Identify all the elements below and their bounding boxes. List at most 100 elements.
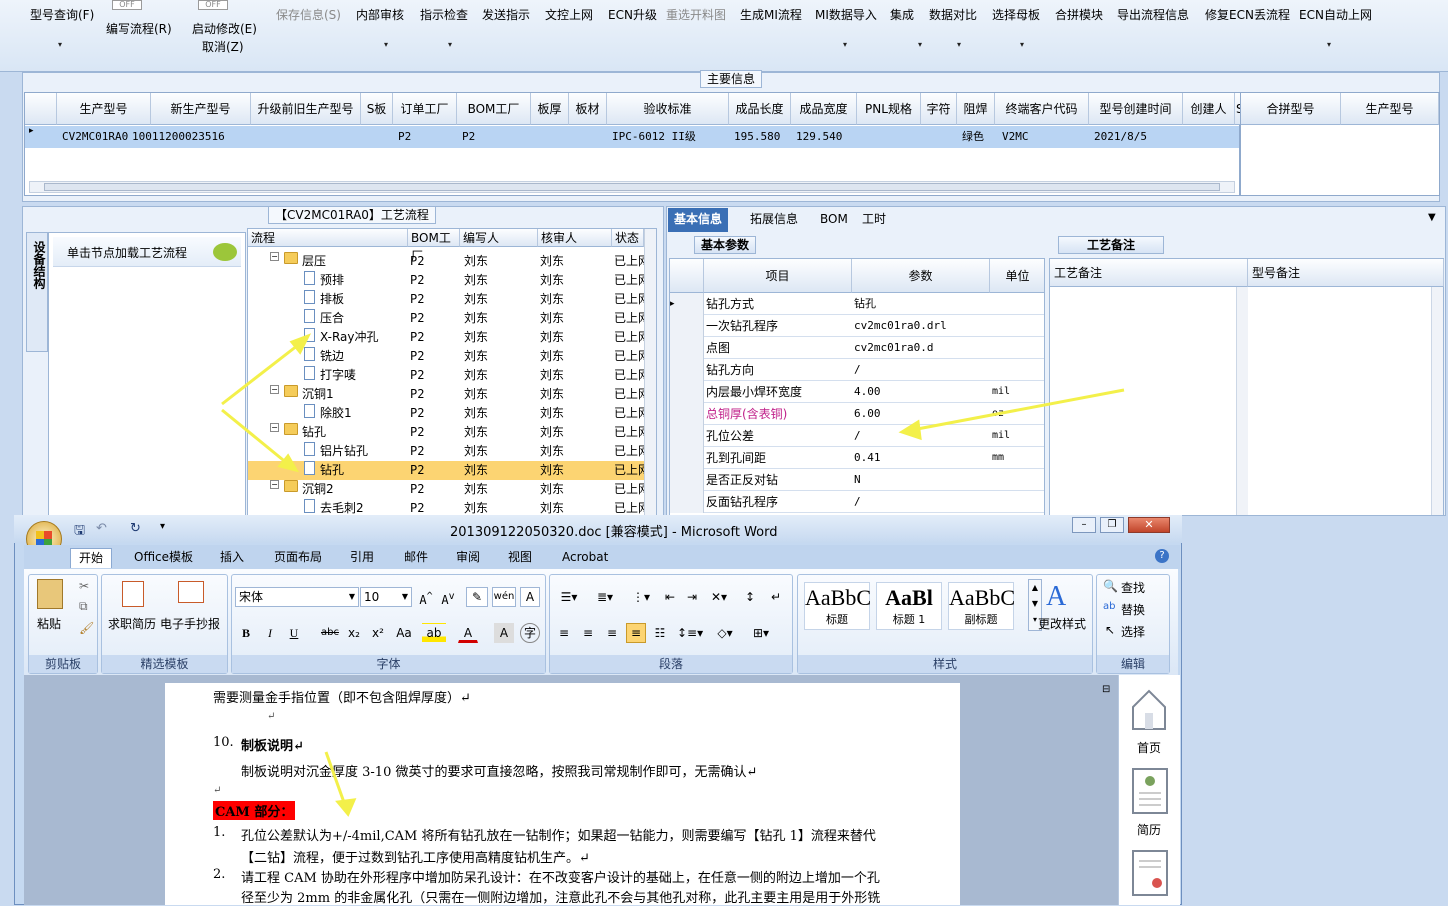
align-center-icon[interactable]: ≡ (578, 623, 598, 643)
toolbar-button[interactable]: 保存信息(S) (276, 6, 341, 23)
ribbon-tab[interactable]: 邮件 (396, 548, 436, 568)
redo-icon[interactable]: ↻ (130, 521, 141, 536)
dropdown-arrow-icon[interactable]: ▾ (843, 40, 847, 49)
home-icon[interactable] (1129, 687, 1169, 731)
resume-template-button[interactable]: 求职简历 (108, 615, 156, 632)
column-header[interactable]: BOM工厂 (457, 93, 531, 125)
multilevel-list-icon[interactable]: ⋮▾ (626, 587, 656, 607)
tree-row[interactable]: 预排 P2 刘东 刘东 已上网 (248, 271, 644, 290)
collapse-icon[interactable]: − (270, 385, 279, 394)
restore-button[interactable]: ❐ (1100, 517, 1124, 533)
column-header[interactable]: 创建人 (1183, 93, 1235, 125)
style-gallery-item[interactable]: AaBl 标题 1 (876, 582, 942, 630)
phonetic-guide-icon[interactable]: wén (492, 587, 516, 607)
ribbon-tab[interactable]: 视图 (500, 548, 540, 568)
param-row[interactable]: 内层最小焊环宽度 4.00 mil (670, 381, 1044, 403)
ribbon-tab[interactable]: Office模板 (126, 548, 201, 568)
ruler-toggle-icon[interactable]: ⊟ (1102, 684, 1110, 695)
shading-icon[interactable]: ◇▾ (710, 623, 740, 643)
toolbar-button[interactable]: 生成MI流程 (740, 6, 802, 23)
font-name-combo[interactable]: 宋体 ▼ (235, 587, 359, 607)
toolbar-button[interactable]: 发送指示 (482, 6, 530, 23)
param-row[interactable]: 孔到孔间距 0.41 mm (670, 447, 1044, 469)
column-header[interactable]: 板厚 (531, 93, 569, 125)
grow-font-icon[interactable]: A^ (416, 587, 436, 607)
replace-icon[interactable]: ab (1103, 601, 1115, 612)
help-icon[interactable]: ? (1155, 549, 1169, 563)
param-value[interactable]: 钻孔 (854, 293, 876, 315)
toolbar-button[interactable]: ECN自动上网 (1299, 6, 1372, 23)
justify-icon[interactable]: ≡ (626, 623, 646, 643)
document-page[interactable]: 需要测量金手指位置（即不包含阻焊厚度）↵ ↵ 10. 制板说明↵ 制板说明对沉金… (165, 683, 960, 906)
format-painter-icon[interactable]: 🖌 (79, 621, 94, 635)
ribbon-tab[interactable]: 引用 (342, 548, 382, 568)
load-hint-bar[interactable]: 单击节点加载工艺流程 (53, 237, 241, 267)
horizontal-scrollbar[interactable] (29, 181, 1235, 193)
remark-scrollbar-2[interactable] (1431, 287, 1443, 515)
toolbar-button[interactable]: 导出流程信息 (1117, 6, 1189, 23)
column-header[interactable]: 字符 (921, 93, 957, 125)
param-row[interactable]: 孔位公差 / mil (670, 425, 1044, 447)
collapse-icon[interactable]: − (270, 480, 279, 489)
toolbar-button[interactable]: 编写流程(R) (106, 20, 172, 37)
param-value[interactable]: 4.00 (854, 381, 881, 403)
toolbar-button[interactable]: 选择母板 (992, 6, 1040, 23)
column-header[interactable]: 生产型号 (57, 93, 151, 125)
tree-column-header[interactable]: 编写人 (460, 229, 538, 247)
ribbon-tab[interactable]: 插入 (212, 548, 252, 568)
cancel-button[interactable]: 取消(Z) (202, 38, 244, 55)
char-border-icon[interactable]: A (520, 587, 540, 607)
font-size-combo[interactable]: 10 ▼ (360, 587, 412, 607)
change-styles-icon[interactable]: A (1046, 581, 1078, 612)
toolbar-button[interactable]: 启动修改(E) (192, 20, 257, 37)
ribbon-tab[interactable]: 页面布局 (266, 548, 330, 568)
column-header[interactable]: 生产型号 (1341, 93, 1439, 125)
toolbar-button[interactable]: 集成 (890, 6, 914, 23)
ribbon-tab[interactable]: Acrobat (554, 548, 616, 568)
change-case-icon[interactable]: Aa (392, 623, 416, 643)
param-value[interactable]: 6.00 (854, 403, 881, 425)
param-row[interactable]: 总铜厚(含表铜) 6.00 oz (670, 403, 1044, 425)
tree-row[interactable]: 去毛刺2 P2 刘东 刘东 已上网 (248, 499, 644, 515)
tree-row[interactable]: 钻孔 P2 刘东 刘东 已上网 (248, 461, 644, 480)
param-value[interactable]: 0.41 (854, 447, 881, 469)
dropdown-arrow-icon[interactable]: ▾ (918, 40, 922, 49)
tree-row[interactable]: 铝片钻孔 P2 刘东 刘东 已上网 (248, 442, 644, 461)
column-header[interactable]: 型号创建时间 (1089, 93, 1183, 125)
handwritten-template-icon[interactable] (178, 581, 204, 603)
tree-column-header[interactable]: 核审人 (538, 229, 612, 247)
param-value[interactable]: cv2mc01ra0.drl (854, 315, 947, 337)
remark-scrollbar-1[interactable] (1236, 287, 1248, 515)
param-row[interactable]: 是否正反对钻 N (670, 469, 1044, 491)
tree-column-header[interactable]: 状态 (612, 229, 644, 247)
tree-column-header[interactable]: BOM工厂 (408, 229, 460, 263)
select-icon[interactable]: ↖ (1105, 623, 1115, 637)
qat-dropdown-icon[interactable]: ▾ (160, 521, 165, 532)
subscript-icon[interactable]: x₂ (344, 623, 364, 643)
column-header[interactable]: S板 (361, 93, 393, 125)
sort-icon[interactable]: ↕ (740, 587, 760, 607)
enclose-char-icon[interactable]: 字 (520, 623, 540, 643)
tab-3[interactable]: 工时 (856, 208, 892, 232)
column-header[interactable]: 成品长度 (729, 93, 791, 125)
tree-row[interactable]: 铣边 P2 刘东 刘东 已上网 (248, 347, 644, 366)
toolbar-button[interactable]: 内部审核 (356, 6, 404, 23)
column-header[interactable]: 订单工厂 (393, 93, 457, 125)
underline-icon[interactable]: U (284, 623, 304, 643)
superscript-icon[interactable]: x² (368, 623, 388, 643)
handwritten-template-button[interactable]: 电子手抄报 (160, 615, 220, 632)
toggle-switch[interactable]: OFF (112, 0, 142, 10)
toolbar-button[interactable]: 合拼模块 (1055, 6, 1103, 23)
collapse-icon[interactable]: − (270, 423, 279, 432)
shrink-font-icon[interactable]: Av (438, 587, 458, 607)
ribbon-tab[interactable]: 审阅 (448, 548, 488, 568)
save-icon[interactable]: 🖫 (74, 521, 85, 543)
toolbar-button[interactable]: MI数据导入 (815, 6, 877, 23)
column-header[interactable]: 终端客户代码 (995, 93, 1089, 125)
dropdown-arrow-icon[interactable]: ▾ (1327, 40, 1331, 49)
bullets-icon[interactable]: ☰▾ (554, 587, 584, 607)
param-row[interactable]: 钻孔方向 / (670, 359, 1044, 381)
find-icon[interactable]: 🔍 (1103, 579, 1118, 593)
column-header[interactable]: 验收标准 (607, 93, 729, 125)
line-spacing-icon[interactable]: ↕≡▾ (676, 623, 704, 643)
